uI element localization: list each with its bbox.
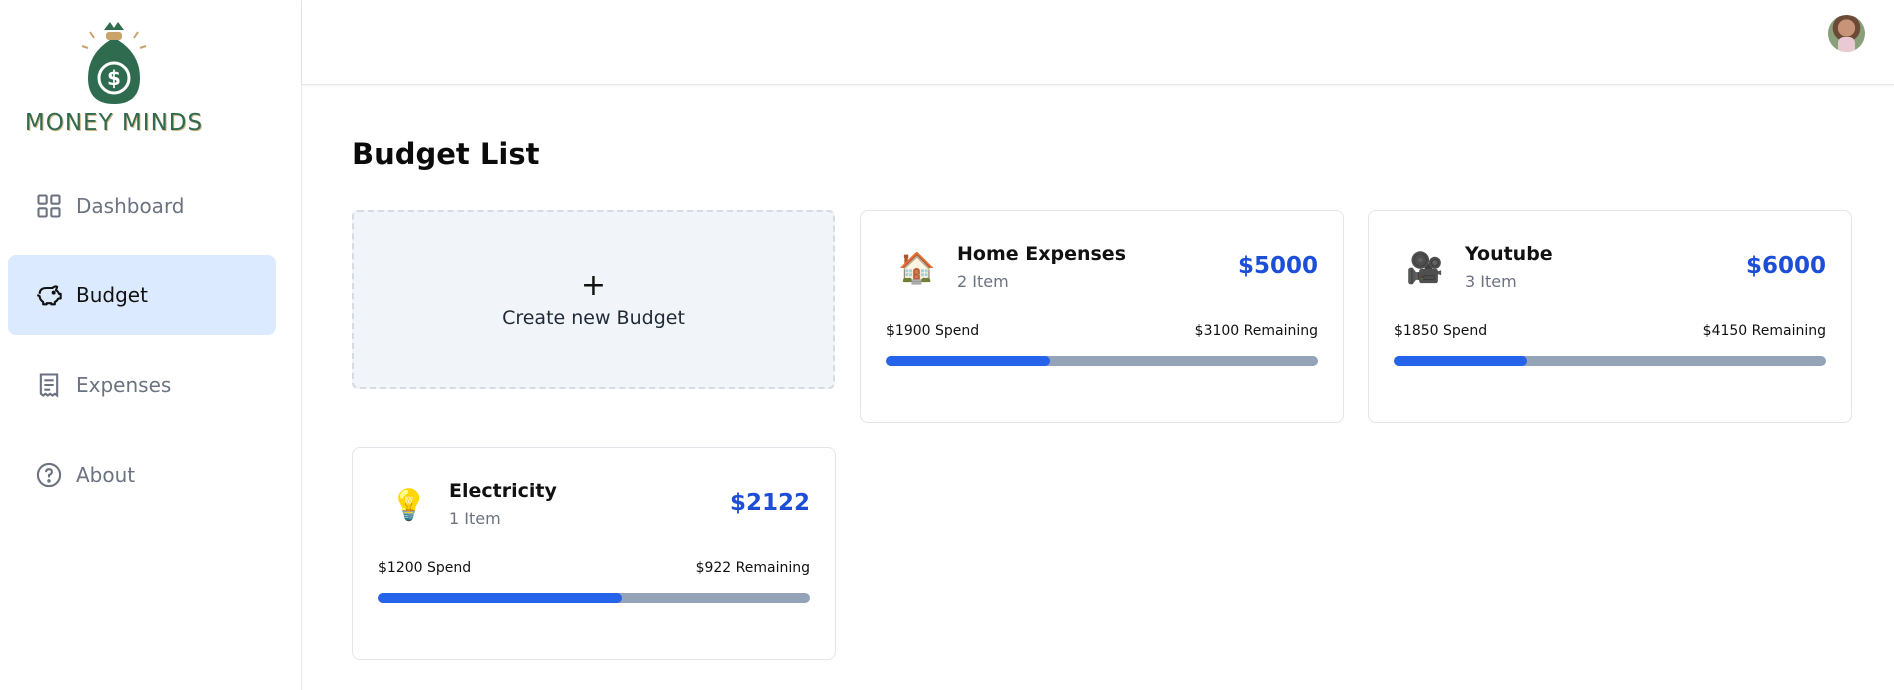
create-budget-button[interactable]: + Create new Budget [352, 210, 835, 389]
app-root: $ MONEY MINDS Dashboard Budget Expenses … [0, 0, 1894, 690]
house-icon: 🏠 [898, 251, 936, 286]
sidebar-item-label: Budget [76, 283, 148, 307]
budget-name: Home Expenses [957, 243, 1127, 265]
question-circle-icon [34, 460, 64, 490]
budget-remaining: $3100 Remaining [1194, 323, 1318, 339]
create-budget-label: Create new Budget [502, 306, 685, 329]
piggy-bank-icon [34, 280, 64, 310]
budget-amount: $2122 [729, 490, 810, 516]
budget-amount: $6000 [1745, 253, 1826, 279]
avatar-figure [1838, 37, 1855, 52]
user-avatar[interactable] [1828, 15, 1865, 52]
budget-progress-fill [378, 593, 623, 603]
budget-progress-fill [1394, 356, 1528, 366]
sidebar-item-about[interactable]: About [8, 435, 276, 515]
budget-item-count: 3 Item [1465, 272, 1517, 291]
receipt-icon [34, 370, 64, 400]
svg-text:$: $ [107, 66, 121, 90]
budget-progress-fill [886, 356, 1051, 366]
dashboard-grid-icon [34, 191, 64, 221]
page-title: Budget List [352, 137, 540, 171]
sidebar-item-label: Expenses [76, 373, 172, 397]
video-camera-icon: 🎥 [1406, 251, 1444, 286]
budget-remaining: $4150 Remaining [1702, 323, 1826, 339]
sidebar-item-budget[interactable]: Budget [8, 255, 276, 335]
sidebar-item-label: Dashboard [76, 194, 185, 218]
budget-item-count: 2 Item [957, 272, 1009, 291]
sidebar: $ MONEY MINDS Dashboard Budget Expenses … [0, 0, 302, 690]
budget-card-youtube[interactable]: 🎥 Youtube 3 Item $6000 $1850 Spend $4150… [1368, 210, 1852, 423]
brand-logo[interactable]: $ MONEY MINDS [14, 20, 214, 140]
budget-progress-bar [1394, 356, 1826, 366]
budget-name: Youtube [1465, 243, 1553, 265]
budget-spend: $1900 Spend [886, 323, 980, 339]
budget-card-electricity[interactable]: 💡 Electricity 1 Item $2122 $1200 Spend $… [352, 447, 836, 660]
plus-icon: + [580, 267, 607, 303]
budget-amount: $5000 [1237, 253, 1318, 279]
top-header [302, 0, 1894, 85]
budget-spend: $1850 Spend [1394, 323, 1488, 339]
budget-spend: $1200 Spend [378, 560, 472, 576]
sidebar-item-label: About [76, 463, 136, 487]
budget-progress-bar [378, 593, 810, 603]
budget-progress-bar [886, 356, 1318, 366]
light-bulb-icon: 💡 [390, 488, 428, 523]
budget-remaining: $922 Remaining [695, 560, 810, 576]
money-bag-icon: $ [81, 22, 147, 104]
budget-card-home-expenses[interactable]: 🏠 Home Expenses 2 Item $5000 $1900 Spend… [860, 210, 1344, 423]
sidebar-item-expenses[interactable]: Expenses [8, 345, 276, 425]
sidebar-item-dashboard[interactable]: Dashboard [8, 166, 276, 246]
budget-name: Electricity [449, 480, 557, 502]
budget-item-count: 1 Item [449, 509, 501, 528]
brand-name: MONEY MINDS [24, 110, 204, 136]
